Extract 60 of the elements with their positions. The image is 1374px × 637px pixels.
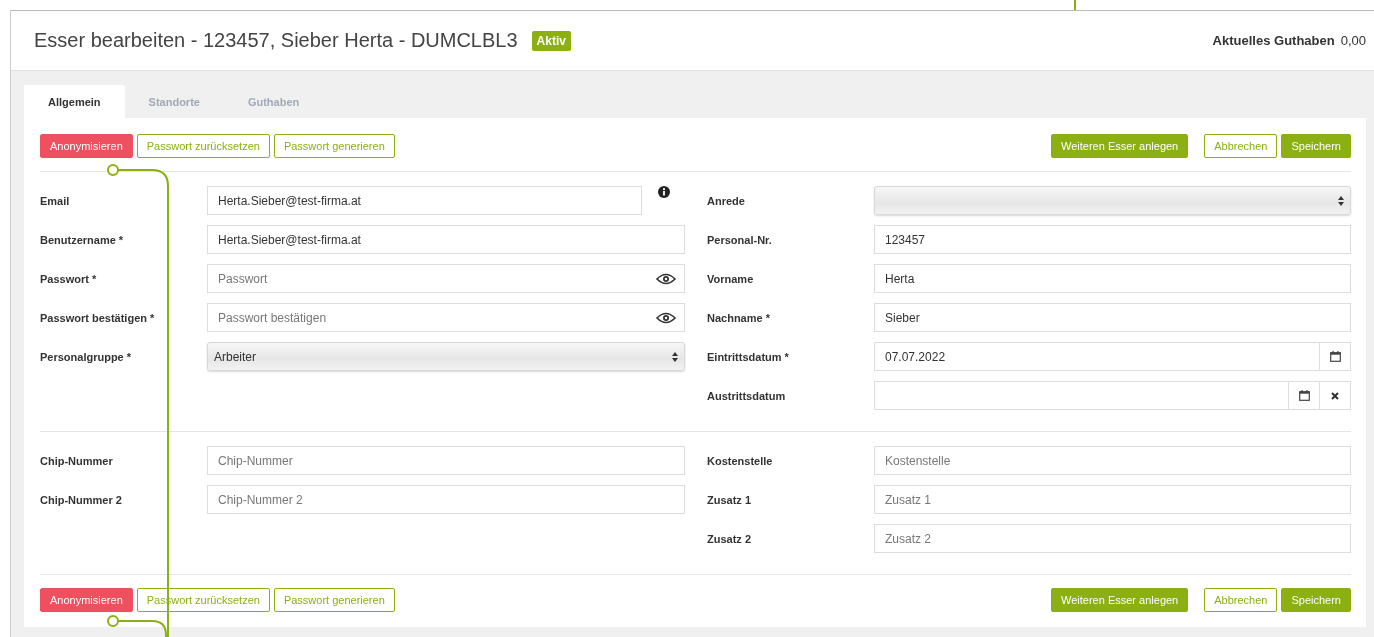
- anonymize-button[interactable]: Anonymisieren: [40, 134, 133, 158]
- action-button[interactable]: Speichern: [1281, 134, 1351, 158]
- date-field[interactable]: [874, 381, 1289, 410]
- page-title: Esser bearbeiten - 123457, Sieber Herta - DUMCLBL3: [34, 29, 518, 52]
- text-field[interactable]: Herta.Sieber@test-firma.at: [207, 186, 642, 215]
- anonymize-button[interactable]: Anonymisieren: [40, 588, 133, 612]
- eye-icon[interactable]: [656, 311, 676, 324]
- text-field[interactable]: Herta.Sieber@test-firma.at: [207, 225, 685, 254]
- action-button[interactable]: Passwort generieren: [273, 588, 395, 612]
- action-button[interactable]: Passwort generieren: [273, 134, 395, 158]
- text-field[interactable]: Sieber: [874, 303, 1351, 332]
- info-icon[interactable]: [657, 186, 670, 198]
- field-label: Anrede: [707, 194, 746, 207]
- status-badge: Aktiv: [531, 30, 571, 51]
- text-field[interactable]: Zusatz 2: [874, 524, 1351, 553]
- eye-icon[interactable]: [656, 272, 676, 285]
- text-field[interactable]: Kostenstelle: [874, 446, 1351, 475]
- leader-line: [1074, 0, 1076, 10]
- text-field[interactable]: Chip-Nummer: [207, 446, 685, 475]
- action-button[interactable]: Weiteren Esser anlegen: [1051, 134, 1189, 158]
- action-button[interactable]: Passwort zurücksetzen: [136, 134, 270, 158]
- select-field[interactable]: [874, 186, 1351, 215]
- field-label: Email: [40, 194, 71, 207]
- password-field[interactable]: Passwort bestätigen: [207, 303, 685, 332]
- clear-icon[interactable]: [1331, 391, 1339, 400]
- field-label: Zusatz 1: [707, 493, 752, 506]
- field-label: Passwort *: [40, 272, 98, 285]
- field-label: Personal-Nr.: [707, 233, 773, 246]
- text-field[interactable]: 123457: [874, 225, 1351, 254]
- calendar-icon[interactable]: [1329, 351, 1341, 362]
- calendar-button[interactable]: [1289, 381, 1320, 410]
- field-label: Nachname *: [707, 311, 771, 324]
- field-label: Chip-Nummer: [40, 454, 114, 467]
- select-arrows-icon: [672, 351, 678, 362]
- balance-label: Aktuelles Guthaben: [1212, 33, 1335, 48]
- field-label: Zusatz 2: [707, 532, 752, 545]
- balance-value: 0,00: [1340, 33, 1366, 48]
- date-field[interactable]: 07.07.2022: [874, 342, 1320, 371]
- clear-button[interactable]: [1320, 381, 1351, 410]
- select-arrows-icon: [1338, 195, 1344, 206]
- password-field[interactable]: Passwort: [207, 264, 685, 293]
- text-field[interactable]: Herta: [874, 264, 1351, 293]
- text-field[interactable]: Chip-Nummer 2: [207, 485, 685, 514]
- tab[interactable]: Allgemein: [24, 85, 125, 118]
- field-label: Eintrittsdatum *: [707, 350, 790, 363]
- action-button[interactable]: Weiteren Esser anlegen: [1051, 588, 1189, 612]
- text-field[interactable]: Zusatz 1: [874, 485, 1351, 514]
- field-label: Passwort bestätigen *: [40, 311, 156, 324]
- field-label: Benutzername *: [40, 233, 125, 246]
- field-label: Chip-Nummer 2: [40, 493, 123, 506]
- field-label: Kostenstelle: [707, 454, 774, 467]
- action-button[interactable]: Abbrechen: [1204, 588, 1278, 612]
- field-label: Vorname: [707, 272, 755, 285]
- calendar-button[interactable]: [1320, 342, 1351, 371]
- action-button[interactable]: Abbrechen: [1204, 134, 1278, 158]
- select-field[interactable]: Arbeiter: [207, 342, 685, 371]
- action-button[interactable]: Speichern: [1281, 588, 1351, 612]
- field-label: Austrittsdatum: [707, 389, 787, 402]
- field-label: Personalgruppe *: [40, 350, 133, 363]
- calendar-icon[interactable]: [1298, 390, 1310, 401]
